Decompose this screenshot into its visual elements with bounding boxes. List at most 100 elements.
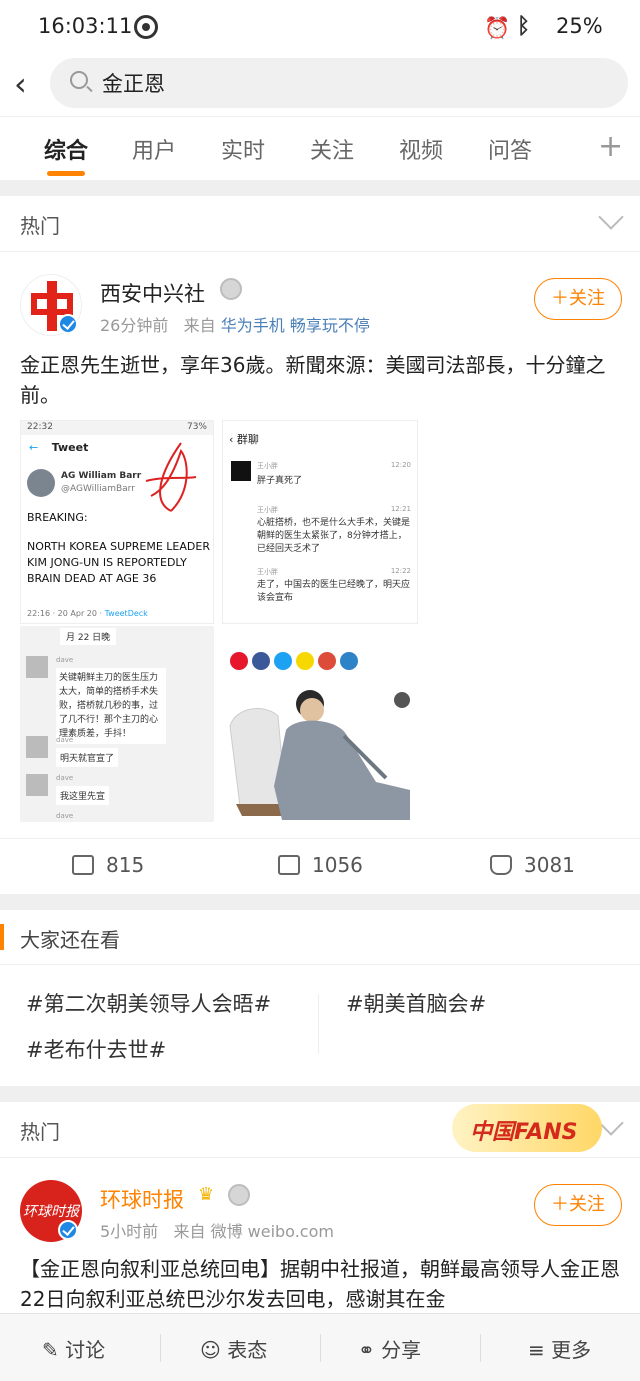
chat-bubble: 明天就官宣了 [56, 748, 119, 767]
accent-bar [0, 924, 4, 950]
verified-icon [58, 314, 78, 334]
also-watching-card: 大家还在看 #第二次朝美领导人会晤# #朝美首脑会# #老布什去世# [0, 910, 640, 1086]
chat-avatar [231, 461, 251, 481]
hot-section-header: 热门 [0, 196, 640, 252]
share-icons-row [230, 652, 358, 670]
from-label: 来自 [183, 316, 216, 335]
weibo-share-icon [230, 652, 248, 670]
section-label: 热门 [20, 214, 60, 238]
tab-video[interactable]: 视频 [399, 133, 443, 165]
chat-msg: 心脏搭桥，也不是什么大手术，关键是朝鲜的医生太紧张了，8分钟才搭上，已经回天乏术… [257, 518, 411, 554]
tab-following[interactable]: 关注 [310, 133, 354, 165]
facebook-share-icon [252, 652, 270, 670]
username[interactable]: 西安中兴社 [100, 278, 205, 308]
chat-msg: 胖子真死了 [257, 476, 303, 486]
tweet-line2: NORTH KOREA SUPREME LEADER KIM JONG-UN I… [27, 540, 210, 585]
topic-tag[interactable]: #朝美首脑会# [346, 988, 486, 1018]
search-query: 金正恩 [102, 72, 165, 96]
chat-user: dave [56, 736, 74, 744]
back-icon[interactable]: ‹ [14, 68, 27, 100]
tweet-footer: 22:16 · 20 Apr 20 · TweetDeck [27, 609, 148, 618]
chat-user: dave [56, 656, 74, 664]
status-bar: 16:03:11 ⏰ ᛒ 25% [0, 0, 640, 56]
post-image-chat[interactable]: 月 22 日晚 dave 关键朝鲜主刀的医生压力太大，简单的搭桥手术失败，搭桥就… [20, 626, 214, 822]
repost-button[interactable]: 815 [72, 853, 144, 877]
post-meta: 5小时前 来自 微博 weibo.com [100, 1218, 334, 1242]
post-text[interactable]: 金正恩先生逝世，享年36歲。新聞來源：美國司法部長，十分鐘之前。 [20, 350, 620, 410]
also-watching-title: 大家还在看 [20, 928, 120, 952]
follow-button[interactable]: ＋关注 [534, 278, 622, 320]
medal-icon [220, 278, 242, 300]
tab-users[interactable]: 用户 [132, 133, 176, 165]
post-time: 26分钟前 [100, 316, 169, 335]
share-network-icon [340, 652, 358, 670]
divider [320, 1334, 321, 1362]
chat-name: 王小胖 [257, 568, 278, 576]
from-label: 来自 [173, 1222, 206, 1241]
divider [0, 964, 640, 965]
chat-bubble: 关键朝鲜主刀的医生压力太大，简单的搭桥手术失败，搭桥就几秒的事，过了几不行！那个… [56, 668, 166, 744]
divider [480, 1334, 481, 1362]
battery-level: 25% [556, 14, 603, 38]
tab-comprehensive[interactable]: 综合 [44, 133, 88, 165]
bluetooth-icon: ᛒ [517, 14, 531, 39]
expand-icon[interactable] [394, 692, 410, 708]
bulb-share-icon [296, 652, 314, 670]
chat-time: 12:22 [390, 567, 411, 575]
add-tab-icon[interactable]: + [598, 129, 623, 164]
banner-text: 中国FANS [470, 1120, 578, 1145]
search-icon [70, 71, 88, 89]
chat-bubble: 我这里先宣 [56, 786, 110, 805]
gplus-share-icon [318, 652, 336, 670]
post-text[interactable]: 【金正恩向叙利亚总统回电】据朝中社报道，朝鲜最高领导人金正恩22日向叙利亚总统巴… [20, 1254, 620, 1314]
tweet-back-icon: ← [29, 441, 39, 454]
search-input[interactable]: 金正恩 [50, 58, 628, 108]
chevron-down-icon[interactable] [598, 1110, 624, 1136]
share-button[interactable]: ⚭ 分享 [358, 1334, 421, 1363]
chat-time: 12:20 [390, 461, 411, 469]
china-fans-banner[interactable]: 中国FANS [452, 1104, 602, 1152]
tab-qa[interactable]: 问答 [488, 133, 532, 165]
follow-button[interactable]: ＋关注 [534, 1184, 622, 1226]
like-button[interactable]: 3081 [490, 853, 575, 877]
tweet-status-battery: 73% [186, 422, 207, 432]
search-tabs: 综合 用户 实时 关注 视频 问答 + [0, 116, 640, 180]
svg-text:环球时报: 环球时报 [23, 1204, 81, 1220]
section-label: 热门 [20, 1120, 60, 1144]
post-source[interactable]: 华为手机 畅享玩不停 [221, 316, 370, 335]
discuss-button[interactable]: ✎ 讨论 [42, 1334, 105, 1363]
tweet-header: Tweet [51, 441, 89, 454]
post-card: 西安中兴社 26分钟前 来自 华为手机 畅享玩不停 ＋关注 金正恩先生逝世，享年… [0, 252, 640, 894]
express-button[interactable]: ☺ 表态 [200, 1334, 267, 1363]
bottom-action-bar: ✎ 讨论 ☺ 表态 ⚭ 分享 ≡ 更多 [0, 1313, 640, 1381]
chevron-down-icon[interactable] [598, 204, 624, 230]
post-image-groupchat[interactable]: ‹ 群聊 王小胖 12:20 胖子真死了 王小胖 12:21 心脏搭桥，也不是什… [222, 420, 418, 624]
chat-avatar [26, 774, 48, 796]
post-image-tweet[interactable]: 22:32 73% ← Tweet AG William Barr @AGWil… [20, 420, 214, 624]
chat-name: 王小胖 [257, 462, 278, 470]
chat-title: 群聊 [236, 433, 259, 446]
post-source[interactable]: 微博 weibo.com [211, 1222, 334, 1241]
active-tab-indicator [47, 171, 85, 176]
medal-icon [228, 1184, 250, 1206]
username[interactable]: 环球时报 [100, 1184, 184, 1214]
tweet-avatar [27, 469, 55, 497]
tweet-line1: BREAKING: [27, 511, 88, 524]
divider [160, 1334, 161, 1362]
alarm-icon: ⏰ [484, 16, 511, 40]
tweet-author: AG William Barr [61, 471, 142, 481]
post-card: 环球时报 环球时报 ♛ 5小时前 来自 微博 weibo.com ＋关注 【金正… [0, 1158, 640, 1314]
comment-button[interactable]: 1056 [278, 853, 363, 877]
topic-tag[interactable]: #第二次朝美领导人会晤# [26, 988, 271, 1018]
post-meta: 26分钟前 来自 华为手机 畅享玩不停 [100, 312, 370, 336]
topic-tag[interactable]: #老布什去世# [26, 1034, 166, 1064]
tab-realtime[interactable]: 实时 [221, 133, 265, 165]
chat-avatar [26, 656, 48, 678]
post-image-photo[interactable] [222, 626, 418, 822]
like-icon [490, 855, 512, 875]
chat-bubble: 月 22 日晚 [60, 628, 117, 645]
twitter-share-icon [274, 652, 292, 670]
crown-icon: ♛ [198, 1184, 215, 1205]
chat-msg: 走了，中国去的医生已经晚了，明天应该会宣布 [257, 580, 411, 603]
more-button[interactable]: ≡ 更多 [528, 1334, 591, 1363]
